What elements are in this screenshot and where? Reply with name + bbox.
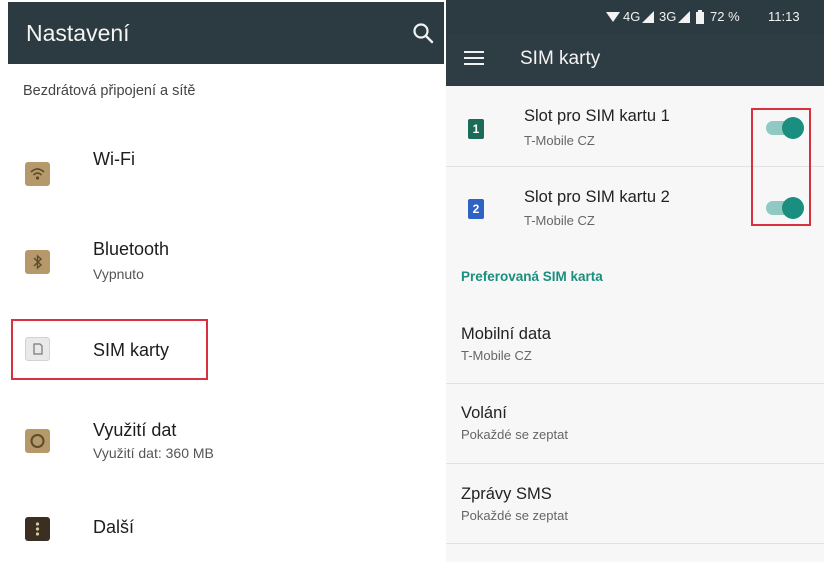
battery-icon (696, 10, 704, 24)
pref-subtitle: T-Mobile CZ (461, 348, 532, 363)
settings-item-title: Využití dat (93, 420, 177, 440)
signal-2-icon (678, 11, 690, 23)
settings-item-wifi[interactable]: Wi-Fi (0, 128, 444, 188)
sim-slot-title: Slot pro SIM kartu 1 (524, 107, 670, 125)
settings-item-subtitle: Využití dat: 360 MB (93, 445, 214, 461)
sim-1-icon: 1 (468, 119, 484, 139)
more-icon (25, 517, 50, 541)
wifi-icon (25, 162, 50, 186)
pref-subtitle: Pokaždé se zeptat (461, 508, 568, 523)
clock: 11:13 (768, 9, 800, 24)
sim-slot-subtitle: T-Mobile CZ (524, 133, 595, 148)
pref-mobile-data[interactable]: Mobilní data T-Mobile CZ (461, 325, 811, 363)
settings-item-title: Další (93, 517, 135, 537)
settings-item-bluetooth[interactable]: Bluetooth Vypnuto (0, 225, 444, 285)
divider (446, 383, 824, 384)
sim-slot-title: Slot pro SIM kartu 2 (524, 188, 670, 206)
settings-panel: Nastavení Bezdrátová připojení a sítě Wi… (0, 0, 444, 562)
status-bar: 4G 3G 72 % 11:13 (446, 0, 824, 34)
settings-item-subtitle: Vypnuto (93, 266, 144, 282)
preferred-sim-header: Preferovaná SIM karta (461, 269, 603, 284)
settings-item-more[interactable]: Další (0, 500, 444, 560)
data-usage-icon (25, 429, 50, 453)
settings-item-title: Wi-Fi (93, 149, 135, 169)
sim-cards-panel: 4G 3G 72 % 11:13 SIM karty 1 Slot pro SI… (446, 0, 824, 562)
battery-percentage: 72 % (710, 9, 740, 24)
sim-2-icon: 2 (468, 199, 484, 219)
pref-title: Volání (461, 404, 507, 422)
sim-slot-subtitle: T-Mobile CZ (524, 213, 595, 228)
page-title: Nastavení (26, 20, 130, 46)
settings-item-data-usage[interactable]: Využití dat Využití dat: 360 MB (0, 408, 444, 468)
pref-title: Mobilní data (461, 325, 551, 343)
pref-subtitle: Pokaždé se zeptat (461, 427, 568, 442)
search-icon[interactable] (412, 22, 434, 44)
pref-sms[interactable]: Zprávy SMS Pokaždé se zeptat (461, 485, 811, 523)
settings-app-bar: Nastavení (8, 2, 444, 64)
menu-icon[interactable] (464, 51, 484, 67)
pref-title: Zprávy SMS (461, 485, 552, 503)
bluetooth-icon (25, 250, 50, 274)
sim-page-title: SIM karty (520, 48, 601, 69)
divider (446, 543, 824, 544)
network-type-2: 3G (659, 9, 677, 24)
sim-cards-highlight-box (11, 319, 208, 380)
section-header: Bezdrátová připojení a sítě (23, 83, 196, 99)
sim-app-bar: SIM karty (446, 34, 824, 86)
signal-1-icon (642, 11, 654, 23)
wifi-signal-icon (606, 12, 620, 22)
divider (446, 463, 824, 464)
pref-calls[interactable]: Volání Pokaždé se zeptat (461, 404, 811, 442)
network-type-1: 4G (623, 9, 641, 24)
toggles-highlight-box (751, 108, 811, 226)
settings-item-title: Bluetooth (93, 239, 170, 259)
